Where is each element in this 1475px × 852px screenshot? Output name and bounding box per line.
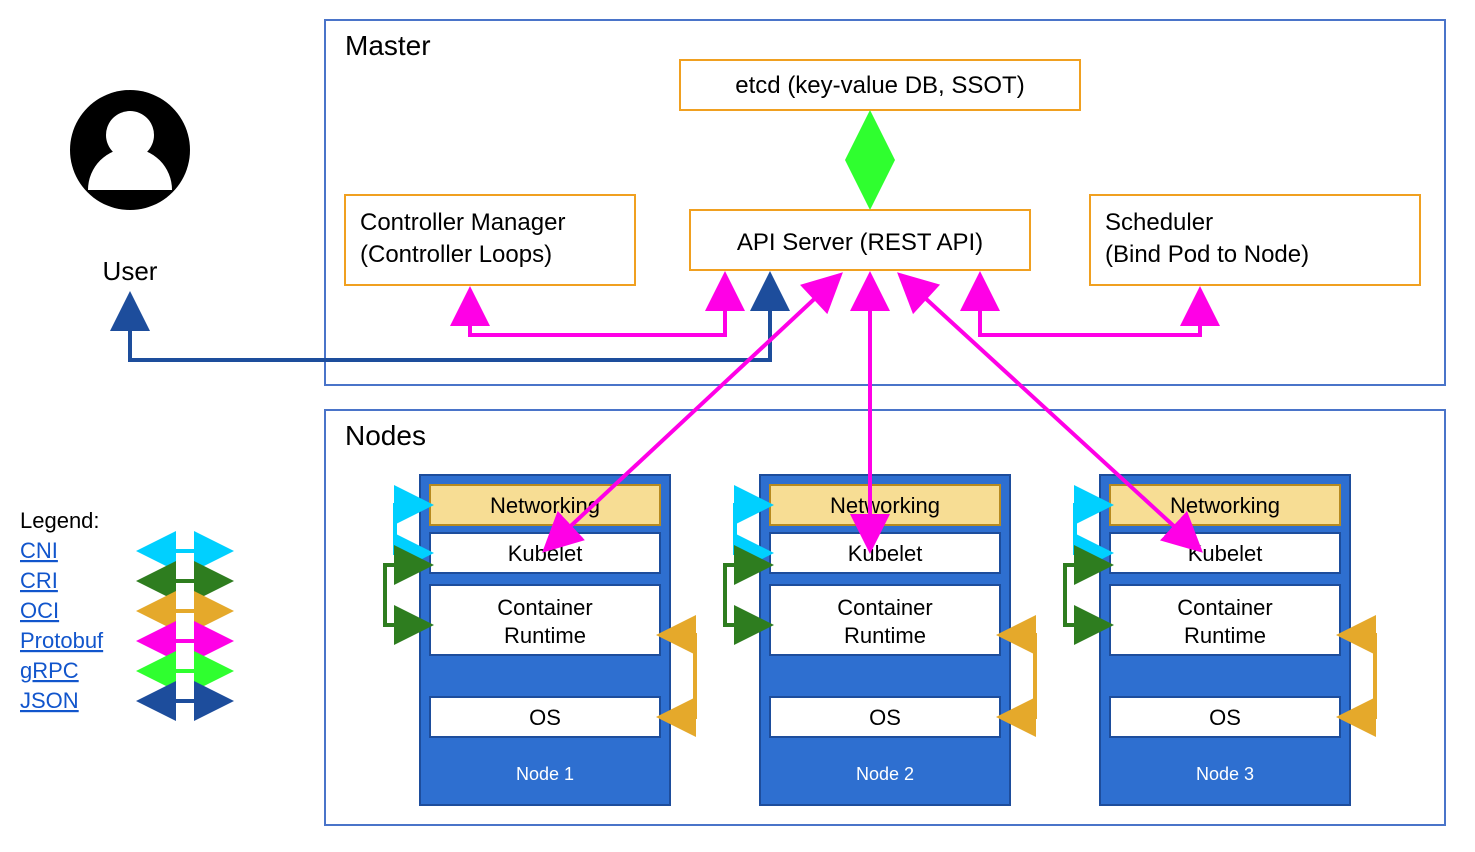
scheduler-l2: (Bind Pod to Node) bbox=[1105, 241, 1309, 268]
user-label: User bbox=[103, 256, 158, 286]
svg-text:Node 3: Node 3 bbox=[1196, 764, 1254, 784]
svg-text:Node 2: Node 2 bbox=[856, 764, 914, 784]
svg-text:Container: Container bbox=[1177, 595, 1272, 620]
legend-link-protobuf[interactable]: Protobuf bbox=[20, 628, 104, 653]
svg-text:Runtime: Runtime bbox=[844, 623, 926, 648]
node-2: Networking Kubelet Container Runtime OS … bbox=[725, 475, 1035, 805]
legend-link-json[interactable]: JSON bbox=[20, 688, 79, 713]
svg-text:Networking: Networking bbox=[1170, 493, 1280, 518]
legend-link-cri[interactable]: CRI bbox=[20, 568, 58, 593]
master-title: Master bbox=[345, 30, 431, 61]
legend-link-oci[interactable]: OCI bbox=[20, 598, 59, 623]
node-1: Networking Kubelet Container Runtime OS … bbox=[385, 475, 695, 805]
controller-manager-l1: Controller Manager bbox=[360, 209, 565, 236]
svg-text:Networking: Networking bbox=[830, 493, 940, 518]
etcd-label: etcd (key-value DB, SSOT) bbox=[735, 72, 1024, 99]
legend-link-cni[interactable]: CNI bbox=[20, 538, 58, 563]
svg-text:Container: Container bbox=[837, 595, 932, 620]
legend: Legend: CNI CRI OCI Protobuf gRPC JSON bbox=[20, 508, 230, 713]
api-server-label: API Server (REST API) bbox=[737, 229, 983, 256]
user-icon bbox=[70, 90, 190, 210]
svg-text:Runtime: Runtime bbox=[1184, 623, 1266, 648]
layer-runtime-l2: Runtime bbox=[504, 623, 586, 648]
arrow-json-user-api bbox=[130, 275, 770, 360]
architecture-diagram: User Master etcd (key-value DB, SSOT) Co… bbox=[0, 0, 1475, 852]
svg-text:Kubelet: Kubelet bbox=[1188, 541, 1263, 566]
legend-title: Legend: bbox=[20, 508, 100, 533]
node-3: Networking Kubelet Container Runtime OS … bbox=[1065, 475, 1375, 805]
svg-text:Kubelet: Kubelet bbox=[848, 541, 923, 566]
layer-runtime-l1: Container bbox=[497, 595, 592, 620]
svg-text:OS: OS bbox=[869, 705, 901, 730]
svg-text:OS: OS bbox=[1209, 705, 1241, 730]
layer-kubelet: Kubelet bbox=[508, 541, 583, 566]
node-label: Node 1 bbox=[516, 764, 574, 784]
scheduler-l1: Scheduler bbox=[1105, 209, 1213, 236]
nodes-title: Nodes bbox=[345, 420, 426, 451]
legend-link-grpc[interactable]: gRPC bbox=[20, 658, 79, 683]
layer-os: OS bbox=[529, 705, 561, 730]
controller-manager-l2: (Controller Loops) bbox=[360, 241, 552, 268]
